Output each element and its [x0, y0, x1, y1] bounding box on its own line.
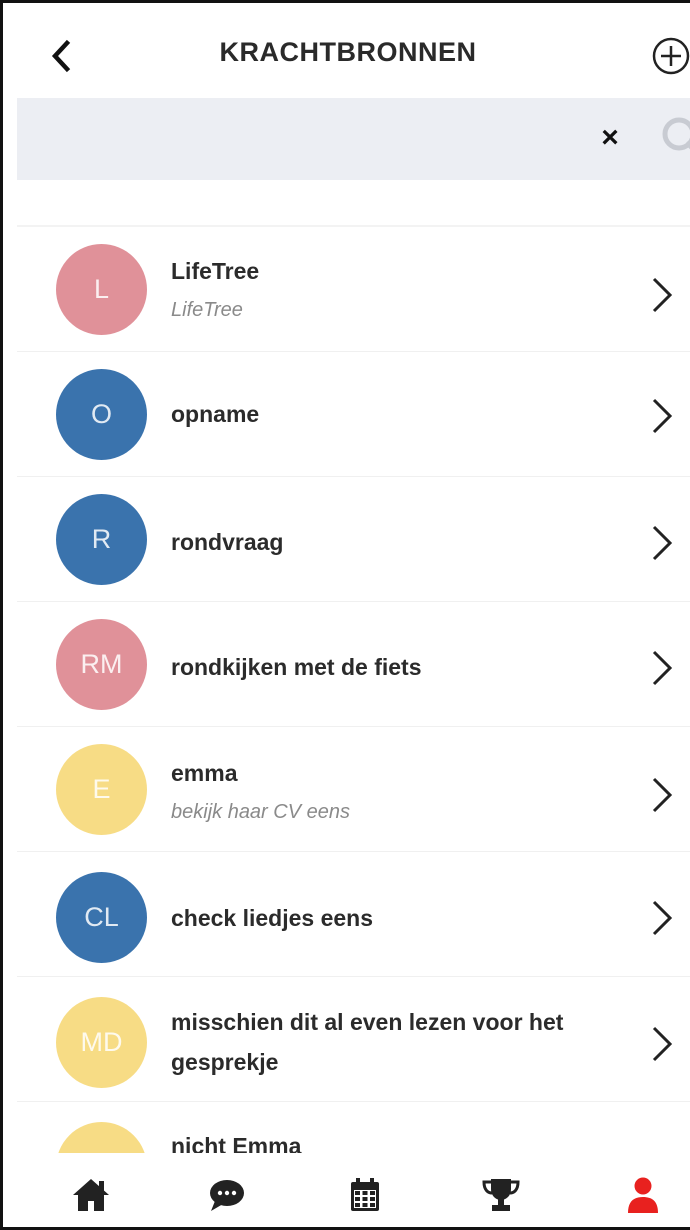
list-item[interactable]: RM rondkijken met de fiets — [17, 602, 690, 727]
avatar: MD — [56, 997, 147, 1088]
item-title: check liedjes eens — [171, 905, 374, 931]
avatar: RM — [56, 619, 147, 710]
avatar — [56, 1122, 147, 1153]
add-button[interactable] — [643, 33, 690, 79]
chevron-right-icon — [652, 650, 673, 686]
chevron-right-icon — [652, 277, 673, 313]
chevron-right-icon — [652, 1026, 673, 1062]
chevron-right-icon — [652, 398, 673, 434]
app-frame: KRACHTBRONNEN × L LifeTree LifeTree O op… — [0, 0, 690, 1230]
item-title: nicht Emma — [171, 1133, 302, 1153]
nav-profile[interactable] — [621, 1175, 665, 1215]
user-icon — [628, 1177, 658, 1213]
list-item[interactable]: MD misschien dit al even lezen voor het … — [17, 977, 690, 1102]
list-item[interactable]: L LifeTree LifeTree — [17, 227, 690, 352]
avatar: R — [56, 494, 147, 585]
list-item[interactable]: R rondvraag — [17, 477, 690, 602]
search-input[interactable] — [37, 116, 577, 162]
item-title: misschien dit al even lezen voor het ges… — [171, 1009, 564, 1075]
avatar: O — [56, 369, 147, 460]
page-title: KRACHTBRONNEN — [219, 37, 477, 67]
item-title: rondvraag — [171, 529, 284, 555]
search-icon — [662, 117, 690, 151]
plus-circle-icon — [652, 37, 690, 75]
list-item[interactable]: E emma bekijk haar CV eens — [17, 727, 690, 852]
list-item[interactable]: CL check liedjes eens — [17, 852, 690, 977]
calendar-icon — [351, 1178, 379, 1211]
chevron-right-icon — [652, 777, 673, 813]
chat-icon — [210, 1180, 244, 1211]
chevron-right-icon — [652, 900, 673, 936]
item-title: emma — [171, 760, 238, 786]
clear-search-button[interactable]: × — [595, 120, 625, 156]
nav-home[interactable] — [69, 1175, 113, 1215]
search-button[interactable] — [657, 112, 690, 162]
app-header: KRACHTBRONNEN — [3, 3, 690, 98]
nav-trophy[interactable] — [479, 1175, 523, 1215]
avatar: L — [56, 244, 147, 335]
item-title: LifeTree — [171, 258, 260, 284]
list-item[interactable]: O opname — [17, 352, 690, 477]
trophy-icon — [482, 1179, 520, 1211]
item-subtitle: LifeTree — [171, 299, 243, 321]
chevron-right-icon — [652, 525, 673, 561]
avatar: CL — [56, 872, 147, 963]
avatar: E — [56, 744, 147, 835]
item-title: rondkijken met de fiets — [171, 654, 422, 680]
resource-list: L LifeTree LifeTree O opname R rondvraag… — [17, 227, 690, 1153]
home-icon — [73, 1179, 109, 1211]
nav-chat[interactable] — [205, 1175, 249, 1215]
list-item[interactable]: nicht Emma — [17, 1102, 690, 1153]
item-title: opname — [171, 401, 260, 427]
bottom-nav — [17, 1153, 690, 1227]
item-subtitle: bekijk haar CV eens — [171, 801, 350, 823]
nav-calendar[interactable] — [343, 1175, 387, 1215]
search-bar: × — [17, 98, 690, 180]
